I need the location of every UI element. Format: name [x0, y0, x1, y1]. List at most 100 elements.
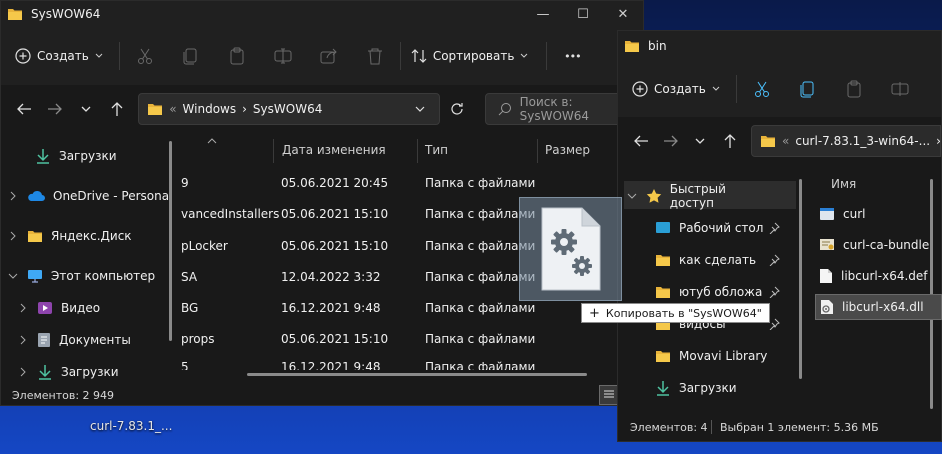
- new-button[interactable]: Создать: [15, 48, 103, 64]
- clipboard-icon: [846, 80, 862, 98]
- nav-item-downloads[interactable]: Загрузки: [35, 144, 117, 168]
- nav-item-label: Этот компьютер: [51, 269, 156, 283]
- breadcrumb-windows[interactable]: Windows: [183, 102, 237, 116]
- nav-item-yandex-disk[interactable]: Яндекс.Диск: [7, 224, 132, 248]
- column-separator[interactable]: [417, 139, 418, 163]
- folder-icon: [147, 102, 163, 116]
- horizontal-scrollbar[interactable]: [247, 373, 587, 376]
- navigation-bar: « Windows › SysWOW64 Поиск в: SysWOW64: [1, 85, 643, 133]
- table-row[interactable]: 5 16.12.2021 9:48 Папка с файлами: [177, 356, 609, 370]
- recent-locations-button[interactable]: [686, 125, 716, 157]
- nav-pane-scrollbar[interactable]: [169, 141, 172, 341]
- tooltip-text: Копировать в "SysWOW64": [605, 306, 762, 320]
- chevron-right-icon[interactable]: [17, 367, 29, 377]
- column-header-name[interactable]: Имя: [831, 177, 856, 191]
- up-button[interactable]: [715, 125, 745, 157]
- nav-item-this-pc[interactable]: Этот компьютер: [7, 264, 155, 288]
- desktop-item-label[interactable]: curl-7.83.1_...: [90, 419, 172, 433]
- maximize-button[interactable]: ☐: [563, 1, 603, 27]
- close-button[interactable]: ✕: [603, 1, 643, 27]
- column-separator[interactable]: [537, 139, 538, 163]
- breadcrumb-syswow64[interactable]: SysWOW64: [253, 102, 322, 116]
- arrow-up-icon: [110, 101, 124, 117]
- column-header-date[interactable]: Дата изменения: [282, 143, 386, 157]
- chevron-right-icon[interactable]: [17, 303, 29, 313]
- desktop-icon: [655, 221, 671, 235]
- breadcrumb-separator[interactable]: ›: [242, 102, 247, 116]
- nav-item-downloads[interactable]: Загрузки: [655, 375, 791, 401]
- more-options-button[interactable]: •••: [549, 39, 595, 73]
- breadcrumb-folder[interactable]: curl-7.83.1_3-win64-...: [795, 134, 930, 148]
- address-bar[interactable]: « curl-7.83.1_3-win64-... ›: [751, 125, 941, 157]
- toolbar-separator: [118, 42, 120, 70]
- file-item[interactable]: curl-ca-bundle: [815, 232, 942, 258]
- column-separator[interactable]: [273, 139, 274, 163]
- arrow-left-icon: [16, 102, 32, 116]
- cloud-icon: [27, 190, 45, 202]
- table-row[interactable]: props 05.06.2021 15:10 Папка с файлами: [177, 324, 609, 355]
- nav-item-quick-access[interactable]: Быстрый доступ: [627, 182, 763, 210]
- column-header-size[interactable]: Размер: [545, 143, 590, 157]
- copy-button[interactable]: [785, 72, 831, 106]
- column-header-type[interactable]: Тип: [425, 143, 448, 157]
- breadcrumb-separator[interactable]: ›: [936, 134, 941, 148]
- star-icon: [646, 188, 662, 204]
- copy-button[interactable]: [168, 39, 214, 73]
- paste-button[interactable]: [214, 39, 260, 73]
- new-button[interactable]: Создать: [632, 81, 720, 97]
- chevron-right-icon[interactable]: [17, 335, 29, 345]
- chevron-right-icon[interactable]: [7, 231, 19, 241]
- row-name: 9: [181, 176, 189, 190]
- chevron-down-icon[interactable]: [627, 193, 638, 199]
- plus-icon: +: [589, 305, 600, 321]
- nav-item-movavi-library[interactable]: Movavi Library: [655, 343, 791, 369]
- cut-button[interactable]: [739, 72, 785, 106]
- sort-button[interactable]: Сортировать: [411, 48, 529, 64]
- back-button[interactable]: [9, 93, 40, 125]
- delete-button[interactable]: [352, 39, 398, 73]
- refresh-button[interactable]: [442, 93, 473, 125]
- dll-icon: [820, 299, 834, 315]
- pin-icon[interactable]: [768, 254, 780, 266]
- pin-icon[interactable]: [768, 222, 780, 234]
- row-date: 05.06.2021 15:10: [281, 239, 389, 253]
- title-bar[interactable]: SysWOW64 — ☐ ✕: [1, 1, 643, 27]
- pin-icon[interactable]: [768, 286, 780, 298]
- nav-pane-scrollbar[interactable]: [799, 179, 802, 379]
- command-bar: Создать Сортировать •••: [1, 27, 643, 85]
- chevron-down-icon[interactable]: [7, 273, 19, 279]
- row-name: BG: [181, 301, 199, 315]
- nav-item-onedrive[interactable]: OneDrive - Personal: [7, 184, 172, 208]
- address-overflow[interactable]: «: [782, 134, 789, 148]
- table-row[interactable]: 9 05.06.2021 20:45 Папка с файлами: [177, 168, 609, 199]
- file-item-selected[interactable]: libcurl-x64.dll: [815, 294, 942, 320]
- row-date: 05.06.2021 15:10: [281, 332, 389, 346]
- paste-button[interactable]: [831, 72, 877, 106]
- cut-button[interactable]: [122, 39, 168, 73]
- row-type: Папка с файлами: [425, 360, 536, 370]
- title-bar[interactable]: bin: [618, 31, 941, 61]
- nav-item-label: OneDrive - Personal: [53, 189, 173, 203]
- details-view-button[interactable]: [599, 385, 619, 405]
- address-overflow[interactable]: «: [169, 102, 176, 116]
- download-icon: [35, 148, 51, 164]
- chevron-right-icon[interactable]: [7, 191, 19, 201]
- nav-item-video[interactable]: Видео: [17, 296, 100, 320]
- minimize-button[interactable]: —: [523, 1, 563, 27]
- back-button[interactable]: [626, 125, 656, 157]
- file-item[interactable]: libcurl-x64.def: [815, 263, 942, 289]
- nav-item-downloads-2[interactable]: Загрузки: [17, 360, 119, 384]
- file-item[interactable]: curl: [815, 201, 942, 227]
- file-name: curl: [843, 207, 866, 221]
- chevron-down-icon[interactable]: [415, 106, 425, 112]
- up-button[interactable]: [101, 93, 132, 125]
- nav-item-documents[interactable]: Документы: [17, 328, 131, 352]
- share-button[interactable]: [306, 39, 352, 73]
- rename-button[interactable]: [877, 72, 923, 106]
- rename-button[interactable]: [260, 39, 306, 73]
- forward-button[interactable]: [40, 93, 71, 125]
- forward-button[interactable]: [656, 125, 686, 157]
- recent-locations-button[interactable]: [71, 93, 102, 125]
- address-bar[interactable]: « Windows › SysWOW64: [138, 93, 440, 125]
- folder-icon: [760, 134, 776, 148]
